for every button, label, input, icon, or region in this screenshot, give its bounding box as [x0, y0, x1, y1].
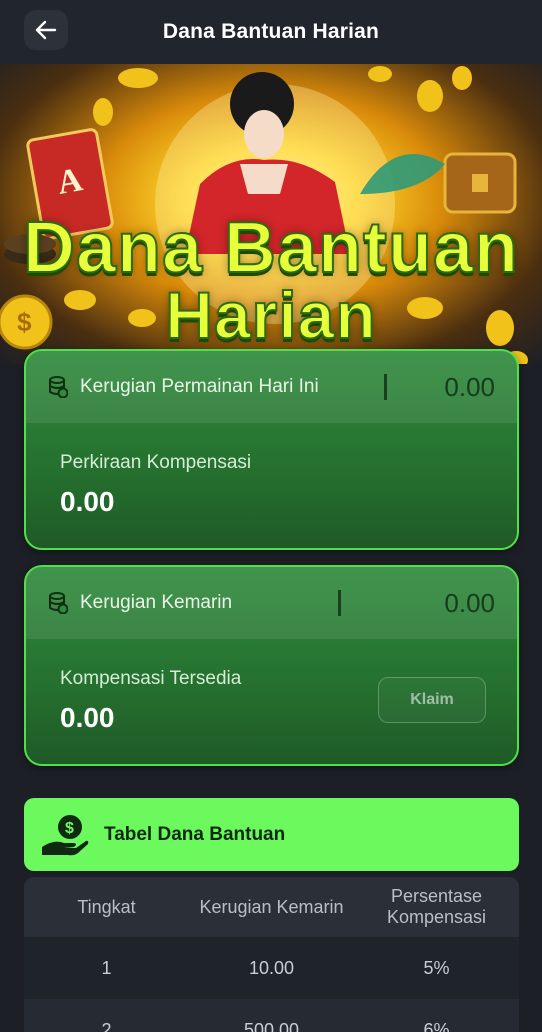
available-compensation-label: Kompensasi Tersedia — [60, 668, 242, 689]
level-cell: 1 — [101, 957, 112, 978]
divider — [338, 590, 341, 616]
loss-cell: 10.00 — [248, 957, 295, 978]
available-compensation-section: Kompensasi Tersedia 0.00 Klaim — [26, 640, 517, 764]
back-button[interactable] — [24, 10, 68, 50]
column-header-percentage: Persentase Kompensasi — [386, 886, 487, 927]
estimated-compensation-label: Perkiraan Kompensasi — [60, 452, 252, 473]
today-loss-label: Kerugian Permainan Hari Ini — [80, 376, 319, 397]
table-header-row: Tingkat Kerugian Kemarin Persentase Komp… — [24, 877, 519, 937]
level-cell: 2 — [101, 1019, 112, 1032]
svg-text:$: $ — [65, 820, 74, 837]
yesterday-loss-label: Kerugian Kemarin — [80, 592, 233, 613]
claim-button[interactable]: Klaim — [378, 677, 486, 723]
percentage-cell: 6% — [423, 1019, 450, 1032]
loss-cell: 500.00 — [243, 1019, 300, 1032]
today-loss-row: Kerugian Permainan Hari Ini 0.00 — [26, 351, 517, 424]
column-header-loss: Kerugian Kemarin — [199, 896, 344, 917]
hero-banner: A $ Dana Bantuan Harian — [0, 64, 542, 364]
yesterday-loss-value: 0.00 — [444, 587, 495, 618]
banner-title-line1: Dana Bantuan — [22, 208, 520, 288]
table-section-header: $ Tabel Dana Bantuan — [24, 798, 519, 871]
table-title: Tabel Dana Bantuan — [104, 823, 286, 845]
table-row: 1 10.00 5% — [24, 937, 519, 999]
banner-title-line2: Harian — [164, 278, 377, 352]
table-row: 2 500.00 6% — [24, 999, 519, 1032]
coin-stack-icon — [49, 592, 68, 614]
yesterday-loss-row: Kerugian Kemarin 0.00 — [26, 567, 517, 640]
divider — [384, 374, 387, 400]
coin-stack-icon — [49, 376, 68, 398]
yesterday-loss-card: Kerugian Kemarin 0.00 Kompensasi Tersedi… — [24, 565, 519, 766]
compensation-table: Tingkat Kerugian Kemarin Persentase Komp… — [24, 877, 519, 1032]
hand-money-icon: $ — [42, 814, 89, 855]
percentage-cell: 5% — [423, 957, 450, 978]
arrow-left-icon — [35, 20, 57, 40]
available-compensation-value: 0.00 — [60, 702, 115, 733]
estimated-compensation-value: 0.00 — [60, 486, 115, 517]
page-title: Dana Bantuan Harian — [162, 20, 380, 43]
today-loss-card: Kerugian Permainan Hari Ini 0.00 Perkira… — [24, 349, 519, 550]
today-compensation-section: Perkiraan Kompensasi 0.00 — [26, 424, 517, 548]
top-bar: Dana Bantuan Harian — [0, 0, 542, 64]
today-loss-value: 0.00 — [444, 371, 495, 402]
column-header-level: Tingkat — [77, 896, 136, 917]
